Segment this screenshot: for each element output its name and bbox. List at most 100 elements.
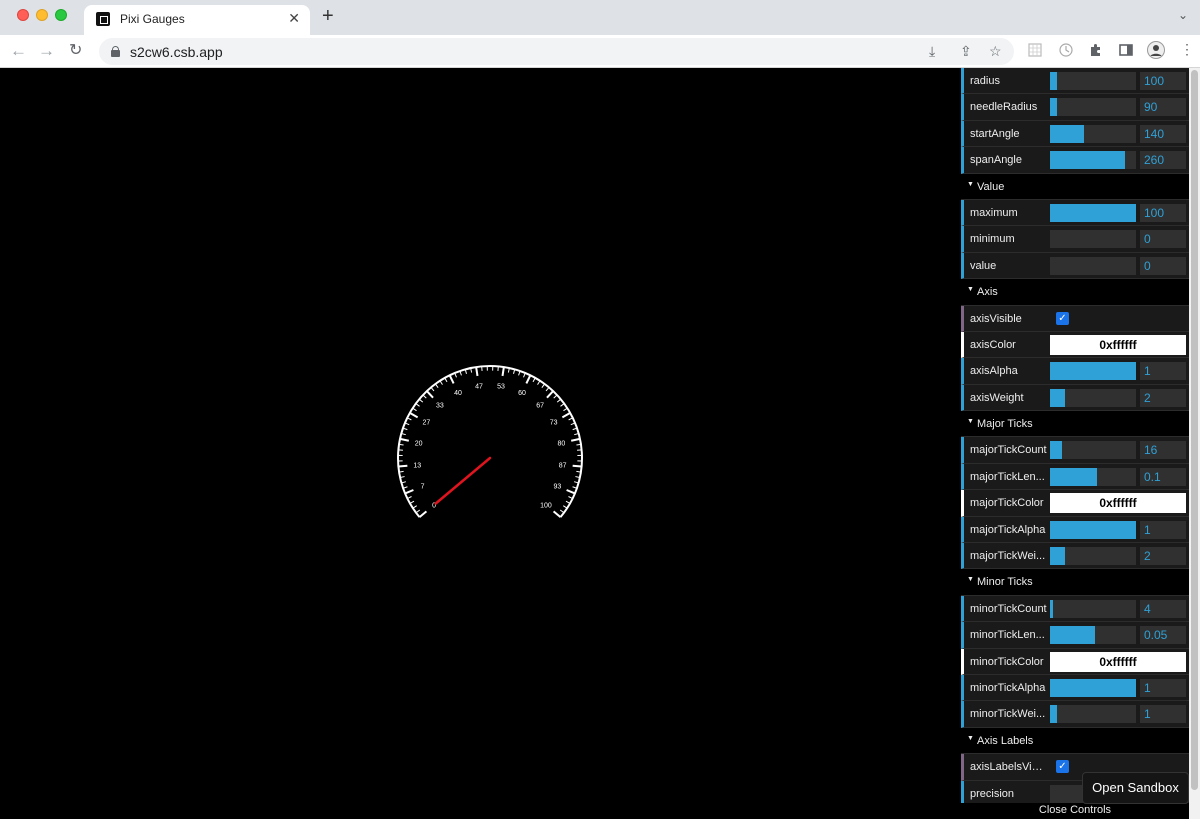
gauge-minor-tick <box>560 403 565 407</box>
new-tab-button[interactable]: + <box>322 5 334 27</box>
folder-title: Axis Labels <box>977 734 1034 747</box>
control-number-input[interactable]: 1 <box>1140 705 1186 724</box>
control-number-input[interactable]: 90 <box>1140 98 1186 117</box>
panel-scrollbar[interactable] <box>1189 68 1200 819</box>
tab-bar: Pixi Gauges ✕ + ⌄ <box>0 0 1200 35</box>
slider-fill <box>1050 203 1136 222</box>
tab-pixi-gauges[interactable]: Pixi Gauges ✕ <box>84 5 310 35</box>
folder-header[interactable]: ▼ Axis <box>961 279 1189 306</box>
control-number-input[interactable]: 1 <box>1140 678 1186 697</box>
control-number-input[interactable]: 260 <box>1140 151 1186 170</box>
control-label: startAngle <box>970 127 1020 140</box>
control-number-input[interactable]: 0 <box>1140 256 1186 275</box>
maximize-window-button[interactable] <box>55 9 67 21</box>
gauge-tick-label: 40 <box>454 390 462 397</box>
control-row-boolean: axisVisible ✓ <box>961 305 1189 332</box>
control-slider[interactable] <box>1050 256 1136 275</box>
control-number-input[interactable]: 2 <box>1140 547 1186 566</box>
slider-fill <box>1050 72 1057 90</box>
control-slider[interactable] <box>1050 388 1136 407</box>
color-input[interactable]: 0xffffff <box>1050 651 1186 672</box>
gauge-minor-tick <box>532 377 536 383</box>
gauge-minor-tick <box>559 509 565 514</box>
control-number-input[interactable]: 16 <box>1140 441 1186 460</box>
control-slider[interactable] <box>1050 98 1136 117</box>
back-arrow-icon[interactable]: ← <box>10 40 27 62</box>
control-slider[interactable] <box>1050 441 1136 460</box>
control-slider[interactable] <box>1050 547 1136 566</box>
control-slider[interactable] <box>1050 599 1136 618</box>
extension-timer-icon[interactable] <box>1058 42 1074 58</box>
folder-header[interactable]: ▼ Axis Labels <box>961 727 1189 755</box>
gauge-major-tick <box>566 489 576 495</box>
control-row-minimum: minimum 0 <box>961 226 1189 253</box>
control-number-input[interactable]: 0.05 <box>1140 626 1186 645</box>
control-slider[interactable] <box>1050 705 1136 724</box>
profile-avatar[interactable] <box>1147 41 1165 59</box>
gauge-tick-label: 53 <box>497 383 505 390</box>
control-number-input[interactable]: 1 <box>1140 362 1186 381</box>
side-panel-icon[interactable] <box>1118 42 1134 58</box>
gauge-tick-label: 33 <box>436 402 444 409</box>
extensions-puzzle-icon[interactable] <box>1088 42 1104 58</box>
gauge-tick-label: 13 <box>413 462 421 469</box>
checkbox-checked-icon[interactable]: ✓ <box>1056 311 1069 325</box>
control-row-minorticklen: minorTickLen... 0.05 <box>961 622 1189 649</box>
control-number-input[interactable]: 0 <box>1140 230 1186 249</box>
gauge-major-tick <box>561 412 571 419</box>
control-slider[interactable] <box>1050 72 1136 90</box>
gauge-tick-label: 7 <box>421 484 425 491</box>
control-number-input[interactable]: 0.1 <box>1140 467 1186 486</box>
slider-fill <box>1050 678 1136 697</box>
control-slider[interactable] <box>1050 124 1136 143</box>
share-icon[interactable]: ⇪ <box>960 43 972 60</box>
control-row-color: minorTickColor 0xffffff <box>961 648 1189 675</box>
control-number-input[interactable]: 4 <box>1140 599 1186 618</box>
control-number-input[interactable]: 100 <box>1140 203 1186 222</box>
control-slider[interactable] <box>1050 151 1136 170</box>
extension-grid-icon[interactable] <box>1027 42 1043 58</box>
control-number-input[interactable]: 140 <box>1140 124 1186 143</box>
control-number-input[interactable]: 2 <box>1140 388 1186 407</box>
folder-header[interactable]: ▼ Major Ticks <box>961 411 1189 438</box>
color-input[interactable]: 0xffffff <box>1050 334 1186 355</box>
gauge-minor-tick <box>563 407 568 412</box>
folder-title: Axis <box>977 286 998 299</box>
control-number-input[interactable]: 1 <box>1140 520 1186 539</box>
control-slider[interactable] <box>1050 626 1136 645</box>
control-slider[interactable] <box>1050 467 1136 486</box>
minimize-window-button[interactable] <box>36 9 48 21</box>
control-row-majortickwei: majorTickWei... 2 <box>961 543 1189 570</box>
tab-close-icon[interactable]: ✕ <box>288 10 300 26</box>
address-bar[interactable]: s2cw6.csb.app ⤓ ⇪ ☆ <box>99 38 1014 65</box>
url-text[interactable]: s2cw6.csb.app <box>130 44 223 60</box>
control-slider[interactable] <box>1050 362 1136 381</box>
forward-arrow-icon[interactable]: → <box>38 40 55 62</box>
browser-toolbar: ← → ↻ s2cw6.csb.app ⤓ ⇪ ☆ ⋮ <box>0 35 1200 68</box>
color-input[interactable]: 0xffffff <box>1050 493 1186 514</box>
close-window-button[interactable] <box>17 9 29 21</box>
install-app-icon[interactable]: ⤓ <box>929 43 935 60</box>
control-slider[interactable] <box>1050 230 1136 249</box>
slider-fill <box>1050 520 1136 539</box>
checkbox-checked-icon[interactable]: ✓ <box>1056 760 1069 774</box>
control-slider[interactable] <box>1050 678 1136 697</box>
gauge-axis-arc <box>397 365 583 518</box>
open-sandbox-button[interactable]: Open Sandbox <box>1082 772 1189 804</box>
browser-menu-icon[interactable]: ⋮ <box>1180 41 1194 58</box>
control-label: majorTickAlpha <box>970 523 1046 536</box>
control-slider[interactable] <box>1050 520 1136 539</box>
control-slider[interactable] <box>1050 203 1136 222</box>
reload-icon[interactable]: ↻ <box>69 40 82 62</box>
gauge-major-tick <box>570 437 581 442</box>
gauge-major-tick <box>398 464 408 468</box>
folder-header[interactable]: ▼ Value <box>961 173 1189 200</box>
control-number-input[interactable]: 100 <box>1140 72 1186 90</box>
folder-title: Value <box>977 180 1005 193</box>
tab-search-chevron-icon[interactable]: ⌄ <box>1178 8 1188 22</box>
bookmark-star-icon[interactable]: ☆ <box>989 43 1002 60</box>
close-controls-button[interactable]: Close Controls <box>961 803 1189 819</box>
folder-header[interactable]: ▼ Minor Ticks <box>961 569 1189 596</box>
scrollbar-thumb[interactable] <box>1191 70 1198 790</box>
gauge-minor-tick <box>576 470 581 473</box>
